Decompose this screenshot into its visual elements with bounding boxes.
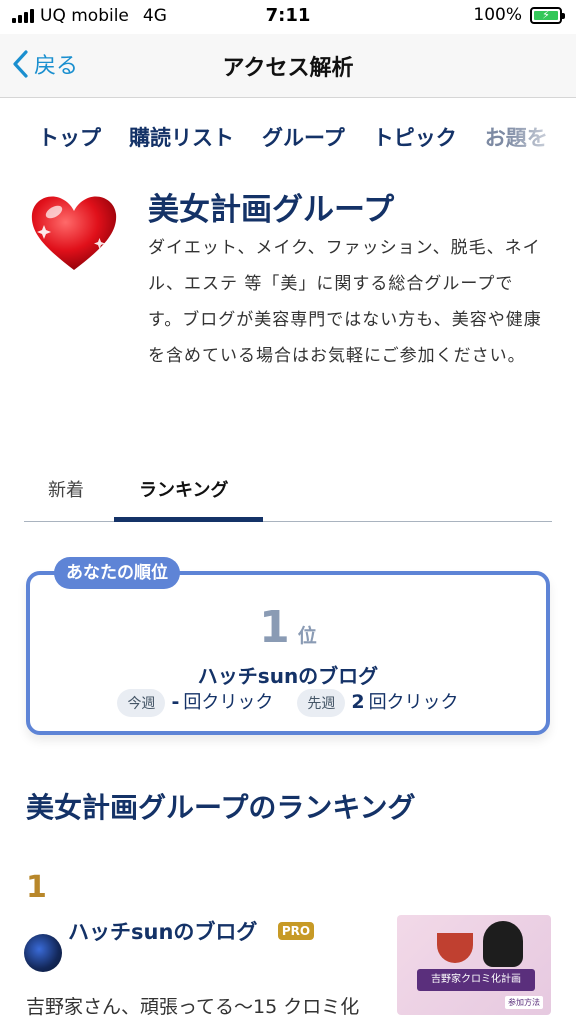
pro-badge: PRO [278, 922, 314, 940]
tab-top[interactable]: トップ [38, 122, 101, 162]
tabs-fade [506, 118, 576, 164]
this-week-unit: 回クリック [183, 692, 274, 713]
group-description: ダイエット、メイク、ファッション、脱毛、ネイル、エステ 等「美」に関する総合グル… [148, 238, 542, 366]
thumbnail-banner: 吉野家クロミ化計画 [417, 969, 535, 991]
thumbnail-join-label: 参加方法 [505, 996, 543, 1009]
this-week-pill: 今週 [117, 689, 166, 717]
navigation-bar: 戻る アクセス解析 [0, 34, 576, 98]
bowl-icon [437, 933, 473, 963]
top-tabs: トップ 購読リスト グループ トピック お題を [38, 122, 576, 162]
active-tab-indicator [114, 517, 263, 522]
entry-snippet[interactable]: 吉野家さん、頑張ってる〜15 クロミ化 [26, 992, 359, 1019]
avatar[interactable] [24, 934, 62, 972]
tab-group[interactable]: グループ [262, 122, 345, 162]
heart-icon [31, 196, 117, 270]
ranking-section-title: 美女計画グループのランキング [26, 791, 416, 824]
last-week-pill: 先週 [297, 689, 346, 717]
your-blog-name: ハッチsunのブログ [197, 664, 379, 688]
rank-unit: 位 [297, 625, 317, 647]
battery-icon: ⚡ [530, 6, 565, 24]
group-title: 美女計画グループ [148, 192, 395, 228]
character-icon [483, 921, 523, 967]
your-rank-number: 1位 [0, 602, 576, 653]
page-title: アクセス解析 [222, 56, 354, 81]
last-week-unit: 回クリック [368, 692, 459, 713]
entry-rank-position: 1 [26, 870, 47, 905]
click-stats: 今週 - 回クリック 先週 2 回クリック [0, 688, 576, 717]
tab-subscriptions[interactable]: 購読リスト [129, 122, 234, 162]
tab-topic[interactable]: トピック [373, 122, 457, 162]
segment-new[interactable]: 新着 [48, 476, 84, 502]
segment-tabs: 新着 ランキング [24, 466, 552, 522]
segment-ranking[interactable]: ランキング [139, 476, 228, 502]
battery-percent: 100% [473, 5, 522, 25]
last-week-value: 2 [351, 691, 365, 713]
this-week-value: - [171, 691, 180, 713]
entry-thumbnail[interactable]: 吉野家クロミ化計画 参加方法 [397, 915, 551, 1015]
your-rank-badge: あなたの順位 [54, 557, 180, 589]
status-right: 100% ⚡ [473, 5, 565, 25]
rank-value: 1 [259, 602, 290, 653]
status-bar: UQ mobile 4G 7:11 100% ⚡ [0, 0, 576, 34]
entry-blog-title[interactable]: ハッチsunのブログ [68, 916, 257, 946]
